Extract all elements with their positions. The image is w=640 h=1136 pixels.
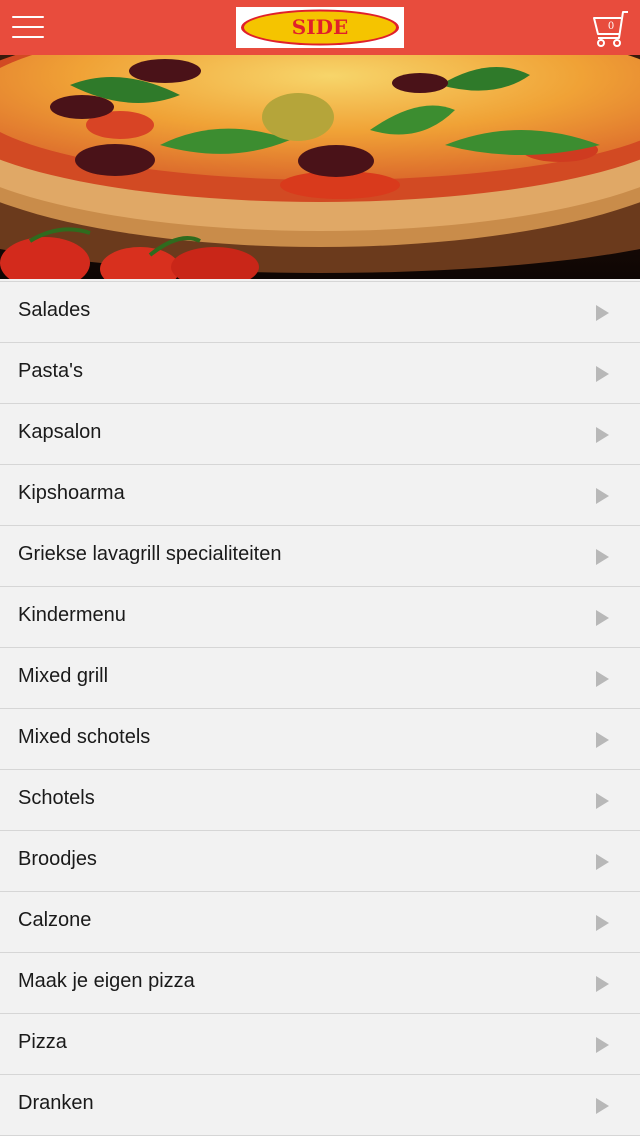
hamburger-menu-icon[interactable] [12,15,44,39]
menu-item-label: Kipshoarma [18,482,125,504]
menu-item-label: Dranken [18,1092,94,1114]
hamburger-line [12,26,44,28]
menu-item-maak-je-eigen-pizza[interactable]: Maak je eigen pizza [0,953,640,1014]
chevron-right-icon [596,1037,609,1053]
restaurant-logo: SIDE [236,7,404,48]
cart-count-badge: 0 [607,21,615,32]
hamburger-line [12,16,44,18]
menu-item-pizza[interactable]: Pizza [0,1014,640,1075]
menu-item-mixed-grill[interactable]: Mixed grill [0,648,640,709]
menu-item-label: Kapsalon [18,421,102,443]
menu-item-label: Pasta's [18,360,83,382]
menu-item-kindermenu[interactable]: Kindermenu [0,587,640,648]
chevron-right-icon [596,976,609,992]
menu-item-broodjes[interactable]: Broodjes [0,831,640,892]
menu-item-dranken[interactable]: Dranken [0,1075,640,1136]
menu-item-schotels[interactable]: Schotels [0,770,640,831]
chevron-right-icon [596,610,609,626]
menu-item-label: Mixed schotels [18,726,151,748]
pizza-illustration [0,55,640,279]
chevron-right-icon [596,305,609,321]
chevron-right-icon [596,427,609,443]
menu-item-kapsalon[interactable]: Kapsalon [0,404,640,465]
logo-oval-graphic: SIDE [241,9,399,46]
menu-item-label: Calzone [18,909,92,931]
menu-item-griekse-lavagrill[interactable]: Griekse lavagrill specialiteiten [0,526,640,587]
chevron-right-icon [596,1098,609,1114]
menu-item-pastas[interactable]: Pasta's [0,343,640,404]
category-menu: Salades Pasta's Kapsalon Kipshoarma Grie… [0,281,640,1136]
menu-item-label: Kindermenu [18,604,126,626]
menu-item-label: Griekse lavagrill specialiteiten [18,543,282,565]
menu-item-calzone[interactable]: Calzone [0,892,640,953]
chevron-right-icon [596,793,609,809]
menu-item-salades[interactable]: Salades [0,282,640,343]
chevron-right-icon [596,915,609,931]
chevron-right-icon [596,671,609,687]
chevron-right-icon [596,854,609,870]
menu-item-label: Salades [18,299,91,321]
menu-item-label: Maak je eigen pizza [18,970,195,992]
top-bar: SIDE 0 [0,0,640,55]
chevron-right-icon [596,732,609,748]
logo-text: SIDE [292,15,348,39]
menu-item-label: Mixed grill [18,665,109,687]
menu-item-kipshoarma[interactable]: Kipshoarma [0,465,640,526]
menu-item-label: Broodjes [18,848,97,870]
menu-item-label: Schotels [18,787,95,809]
chevron-right-icon [596,488,609,504]
hero-pizza-image [0,55,640,279]
hamburger-line [12,36,44,38]
menu-item-label: Pizza [18,1031,67,1053]
chevron-right-icon [596,366,609,382]
chevron-right-icon [596,549,609,565]
shopping-cart-button[interactable]: 0 [590,8,632,48]
menu-item-mixed-schotels[interactable]: Mixed schotels [0,709,640,770]
